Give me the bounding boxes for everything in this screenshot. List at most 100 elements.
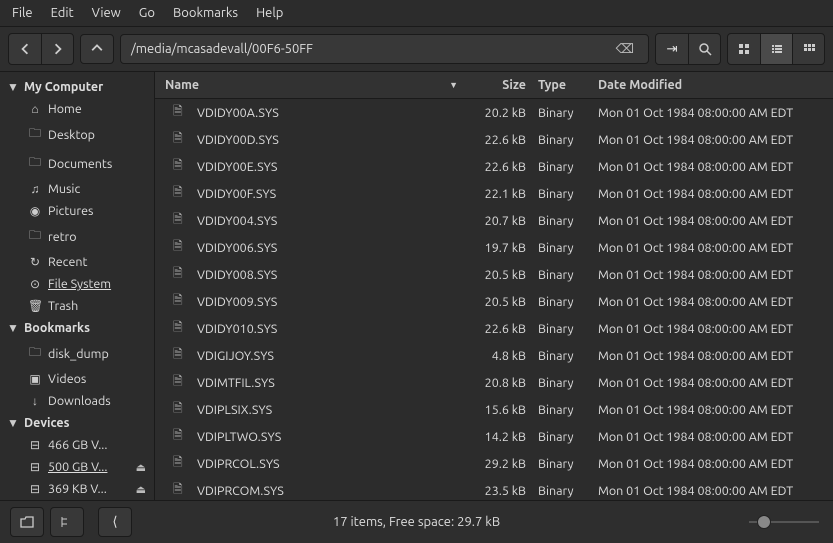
column-name[interactable]: Name▼ xyxy=(165,78,468,92)
icon-view-button[interactable] xyxy=(728,34,760,64)
list-view-button[interactable] xyxy=(760,34,792,64)
tree-button[interactable] xyxy=(50,507,84,537)
sidebar-item-mycomputer-0[interactable]: ⌂Home xyxy=(0,98,154,120)
places-button[interactable] xyxy=(10,507,44,537)
file-row[interactable]: 🗎VDIDY009.SYS20.5 kBBinaryMon 01 Oct 198… xyxy=(155,288,833,315)
file-row[interactable]: 🗎VDIDY00F.SYS22.1 kBBinaryMon 01 Oct 198… xyxy=(155,180,833,207)
eject-icon[interactable]: ⏏ xyxy=(136,483,146,496)
file-size: 20.8 kB xyxy=(468,376,538,390)
forward-button[interactable] xyxy=(41,34,73,64)
menu-go[interactable]: Go xyxy=(139,6,155,20)
search-button[interactable] xyxy=(688,34,720,64)
sidebar-section-devices[interactable]: ▼Devices xyxy=(0,412,154,434)
sidebar-item-mycomputer-7[interactable]: ⊙File System xyxy=(0,273,154,295)
home-icon: ⌂ xyxy=(28,102,42,116)
sidebar-item-mycomputer-1[interactable]: 🗀Desktop xyxy=(0,120,154,149)
file-row[interactable]: 🗎VDIDY010.SYS22.6 kBBinaryMon 01 Oct 198… xyxy=(155,315,833,342)
close-sidebar-button[interactable]: ⟨ xyxy=(98,507,132,537)
clear-path-icon[interactable]: ⌫ xyxy=(612,42,638,57)
file-row[interactable]: 🗎VDIPLTWO.SYS14.2 kBBinaryMon 01 Oct 198… xyxy=(155,423,833,450)
menu-bookmarks[interactable]: Bookmarks xyxy=(173,6,238,20)
file-icon: 🗎 xyxy=(173,156,189,177)
file-icon: 🗎 xyxy=(173,345,189,366)
file-type: Binary xyxy=(538,106,598,120)
folder-icon: 🗀 xyxy=(28,153,42,174)
menu-view[interactable]: View xyxy=(92,6,121,20)
file-icon: 🗎 xyxy=(173,426,189,447)
menu-help[interactable]: Help xyxy=(256,6,283,20)
sidebar-item-devices-1[interactable]: ⊟500 GB V...⏏ xyxy=(0,456,154,478)
zoom-slider[interactable] xyxy=(749,521,819,523)
toggle-path-button[interactable]: ⇥ xyxy=(656,34,688,64)
recent-icon: ↻ xyxy=(28,255,42,269)
file-size: 22.6 kB xyxy=(468,322,538,336)
toolbar: /media/mcasadevall/00F6-50FF ⌫ ⇥ xyxy=(0,27,833,72)
file-size: 20.5 kB xyxy=(468,268,538,282)
file-type: Binary xyxy=(538,457,598,471)
file-size: 4.8 kB xyxy=(468,349,538,363)
sidebar-item-mycomputer-6[interactable]: ↻Recent xyxy=(0,251,154,273)
sidebar-section-bookmarks[interactable]: ▼Bookmarks xyxy=(0,317,154,339)
up-button[interactable] xyxy=(80,34,114,64)
back-button[interactable] xyxy=(9,34,41,64)
sidebar-item-bookmarks-0[interactable]: 🗀disk_dump xyxy=(0,339,154,368)
music-icon: ♫ xyxy=(28,182,42,196)
column-size[interactable]: Size xyxy=(468,78,538,92)
file-date: Mon 01 Oct 1984 08:00:00 AM EDT xyxy=(598,457,823,471)
file-row[interactable]: 🗎VDIDY008.SYS20.5 kBBinaryMon 01 Oct 198… xyxy=(155,261,833,288)
sidebar-item-devices-2[interactable]: ⊟ 369 KB V... ⏏ xyxy=(0,478,154,500)
file-icon: 🗎 xyxy=(173,237,189,258)
sidebar-item-mycomputer-2[interactable]: 🗀Documents xyxy=(0,149,154,178)
file-type: Binary xyxy=(538,430,598,444)
sidebar-item-label: 369 KB V... xyxy=(48,482,107,496)
file-row[interactable]: 🗎VDIPRCOM.SYS23.5 kBBinaryMon 01 Oct 198… xyxy=(155,477,833,500)
location-bar[interactable]: /media/mcasadevall/00F6-50FF ⌫ xyxy=(120,34,649,64)
sidebar-item-devices-0[interactable]: ⊟ 466 GB V... xyxy=(0,434,154,456)
sort-indicator-icon: ▼ xyxy=(449,80,458,90)
sidebar-item-bookmarks-2[interactable]: ↓Downloads xyxy=(0,390,154,412)
view-mode-buttons xyxy=(727,33,825,65)
sidebar-item-mycomputer-8[interactable]: 🗑Trash xyxy=(0,295,154,317)
file-row[interactable]: 🗎VDIGIJOY.SYS4.8 kBBinaryMon 01 Oct 1984… xyxy=(155,342,833,369)
file-row[interactable]: 🗎VDIPRCOL.SYS29.2 kBBinaryMon 01 Oct 198… xyxy=(155,450,833,477)
sidebar-item-label: 466 GB V... xyxy=(48,438,107,452)
file-name: VDIGIJOY.SYS xyxy=(197,349,468,363)
file-row[interactable]: 🗎VDIPLSIX.SYS15.6 kBBinaryMon 01 Oct 198… xyxy=(155,396,833,423)
file-size: 23.5 kB xyxy=(468,484,538,498)
file-date: Mon 01 Oct 1984 08:00:00 AM EDT xyxy=(598,430,823,444)
file-row[interactable]: 🗎VDIMTFIL.SYS20.8 kBBinaryMon 01 Oct 198… xyxy=(155,369,833,396)
menu-file[interactable]: File xyxy=(12,6,33,20)
file-name: VDIMTFIL.SYS xyxy=(197,376,468,390)
file-row[interactable]: 🗎VDIDY004.SYS20.7 kBBinaryMon 01 Oct 198… xyxy=(155,207,833,234)
chevron-down-icon: ▼ xyxy=(6,416,20,430)
file-row[interactable]: 🗎VDIDY00A.SYS20.2 kBBinaryMon 01 Oct 198… xyxy=(155,99,833,126)
file-list[interactable]: 🗎VDIDY00A.SYS20.2 kBBinaryMon 01 Oct 198… xyxy=(155,99,833,500)
column-date[interactable]: Date Modified xyxy=(598,78,823,92)
compact-view-button[interactable] xyxy=(792,34,824,64)
file-date: Mon 01 Oct 1984 08:00:00 AM EDT xyxy=(598,349,823,363)
drive-icon: ⊟ xyxy=(28,438,42,452)
file-row[interactable]: 🗎VDIDY00E.SYS22.6 kBBinaryMon 01 Oct 198… xyxy=(155,153,833,180)
disk-icon: ⊙ xyxy=(28,277,42,291)
sidebar-item-mycomputer-3[interactable]: ♫Music xyxy=(0,178,154,200)
file-size: 22.6 kB xyxy=(468,133,538,147)
file-icon: 🗎 xyxy=(173,102,189,123)
menu-edit[interactable]: Edit xyxy=(51,6,74,20)
file-size: 29.2 kB xyxy=(468,457,538,471)
file-icon: 🗎 xyxy=(173,129,189,150)
video-icon: ▣ xyxy=(28,372,42,386)
sidebar-item-bookmarks-1[interactable]: ▣Videos xyxy=(0,368,154,390)
file-name: VDIDY006.SYS xyxy=(197,241,468,255)
sidebar-item-mycomputer-4[interactable]: ◉Pictures xyxy=(0,200,154,222)
drive-icon: ⊟ xyxy=(28,482,42,496)
eject-icon[interactable]: ⏏ xyxy=(136,461,146,474)
file-row[interactable]: 🗎VDIDY006.SYS19.7 kBBinaryMon 01 Oct 198… xyxy=(155,234,833,261)
sidebar-item-label: 500 GB V... xyxy=(48,460,107,474)
sidebar-item-mycomputer-5[interactable]: 🗀retro xyxy=(0,222,154,251)
sidebar: ▼My Computer ⌂Home🗀Desktop🗀Documents♫Mus… xyxy=(0,72,155,500)
column-type[interactable]: Type xyxy=(538,78,598,92)
file-name: VDIPRCOM.SYS xyxy=(197,484,468,498)
file-date: Mon 01 Oct 1984 08:00:00 AM EDT xyxy=(598,295,823,309)
sidebar-section-mycomputer[interactable]: ▼My Computer xyxy=(0,76,154,98)
file-row[interactable]: 🗎VDIDY00D.SYS22.6 kBBinaryMon 01 Oct 198… xyxy=(155,126,833,153)
